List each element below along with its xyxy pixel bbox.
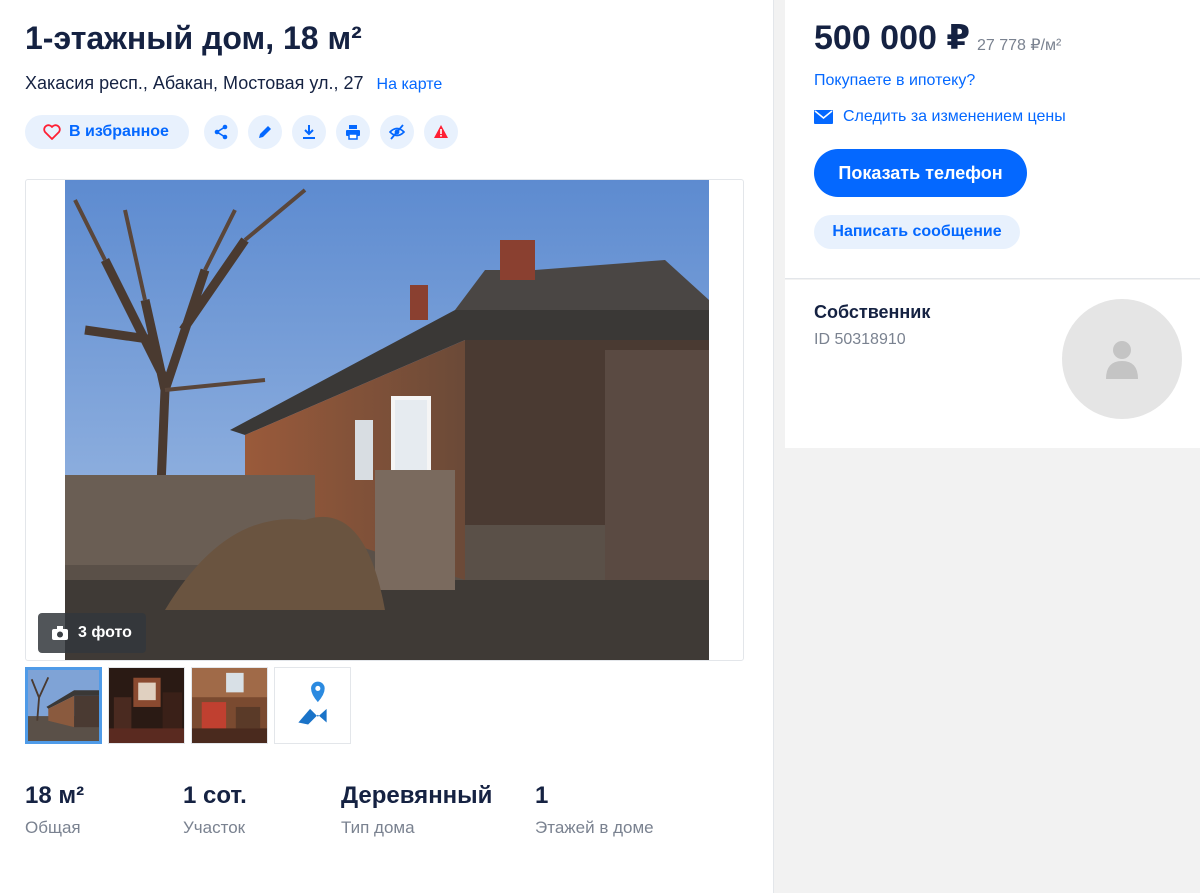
- heart-icon: [43, 124, 61, 140]
- param-plot: 1 сот. Участок: [183, 782, 341, 838]
- watch-price-link[interactable]: Следить за изменением цены: [814, 108, 1066, 126]
- share-button[interactable]: [203, 115, 238, 149]
- price: 500 000 ₽: [814, 19, 971, 57]
- warning-icon: [433, 125, 448, 138]
- photo-count-badge[interactable]: 3 фото: [38, 613, 146, 653]
- thumbnail-photo-1[interactable]: [25, 667, 102, 744]
- house-photo-image: [65, 180, 709, 660]
- param-value: Деревянный: [341, 782, 493, 809]
- action-bar: В избранное: [25, 115, 468, 149]
- download-icon: [302, 125, 315, 139]
- param-value: 1: [535, 782, 549, 809]
- param-area: 18 м² Общая: [25, 782, 183, 838]
- thumbnail-interior-image: [109, 668, 184, 743]
- owner-card: Собственник ID 50318910: [785, 280, 1200, 448]
- mortgage-link[interactable]: Покупаете в ипотеку?: [814, 72, 975, 90]
- edit-icon: [258, 126, 271, 138]
- hide-icon: [388, 124, 405, 140]
- listing-main: 1-этажный дом, 18 м² Хакасия респ., Абак…: [0, 0, 773, 893]
- envelope-icon: [814, 110, 833, 124]
- avatar: [1062, 299, 1182, 419]
- address-text: Хакасия респ., Абакан, Мостовая ул., 27: [25, 73, 364, 93]
- download-button[interactable]: [291, 115, 326, 149]
- param-floors: 1 Этажей в доме: [535, 782, 695, 838]
- param-label: Общая: [25, 818, 81, 837]
- print-button[interactable]: [335, 115, 370, 149]
- user-icon: [1106, 341, 1138, 379]
- favorite-button[interactable]: В избранное: [25, 115, 189, 149]
- report-button[interactable]: [423, 115, 458, 149]
- photo-count-label: 3 фото: [78, 624, 132, 641]
- photo-gallery[interactable]: 3 фото: [25, 179, 744, 661]
- share-icon: [214, 124, 228, 140]
- address: Хакасия респ., Абакан, Мостовая ул., 27 …: [25, 73, 442, 94]
- watch-price-label: Следить за изменением цены: [843, 108, 1066, 125]
- param-value: 18 м²: [25, 782, 85, 809]
- favorite-label: В избранное: [69, 123, 169, 140]
- send-message-button[interactable]: Написать сообщение: [814, 215, 1020, 249]
- page-title: 1-этажный дом, 18 м²: [25, 20, 362, 56]
- param-label: Участок: [183, 818, 246, 837]
- thumbnail-photo-3[interactable]: [191, 667, 268, 744]
- main-photo[interactable]: [65, 180, 709, 660]
- show-phone-button[interactable]: Показать телефон: [814, 149, 1027, 197]
- camera-icon: [52, 626, 68, 640]
- owner-title: Собственник: [814, 302, 931, 322]
- param-house-type: Деревянный Тип дома: [341, 782, 535, 838]
- param-label: Этажей в доме: [535, 818, 654, 837]
- key-params: 18 м² Общая 1 сот. Участок Деревянный Ти…: [25, 782, 695, 838]
- thumbnail-room-image: [192, 668, 267, 743]
- param-label: Тип дома: [341, 818, 415, 837]
- print-icon: [345, 125, 360, 140]
- thumbnail-photo-2[interactable]: [108, 667, 185, 744]
- hide-button[interactable]: [379, 115, 414, 149]
- sidebar: 500 000 ₽ 27 778 ₽/м² Покупаете в ипотек…: [773, 0, 1200, 893]
- map-pin-icon: [275, 668, 350, 743]
- thumbnail-house-image: [28, 670, 99, 741]
- param-value: 1 сот.: [183, 782, 247, 809]
- thumbnail-strip: [25, 667, 351, 744]
- price-card: 500 000 ₽ 27 778 ₽/м² Покупаете в ипотек…: [785, 0, 1200, 279]
- edit-button[interactable]: [247, 115, 282, 149]
- thumbnail-map[interactable]: [274, 667, 351, 744]
- owner-id: ID 50318910: [814, 331, 906, 348]
- price-per-meter: 27 778 ₽/м²: [977, 37, 1062, 54]
- map-link[interactable]: На карте: [377, 76, 443, 93]
